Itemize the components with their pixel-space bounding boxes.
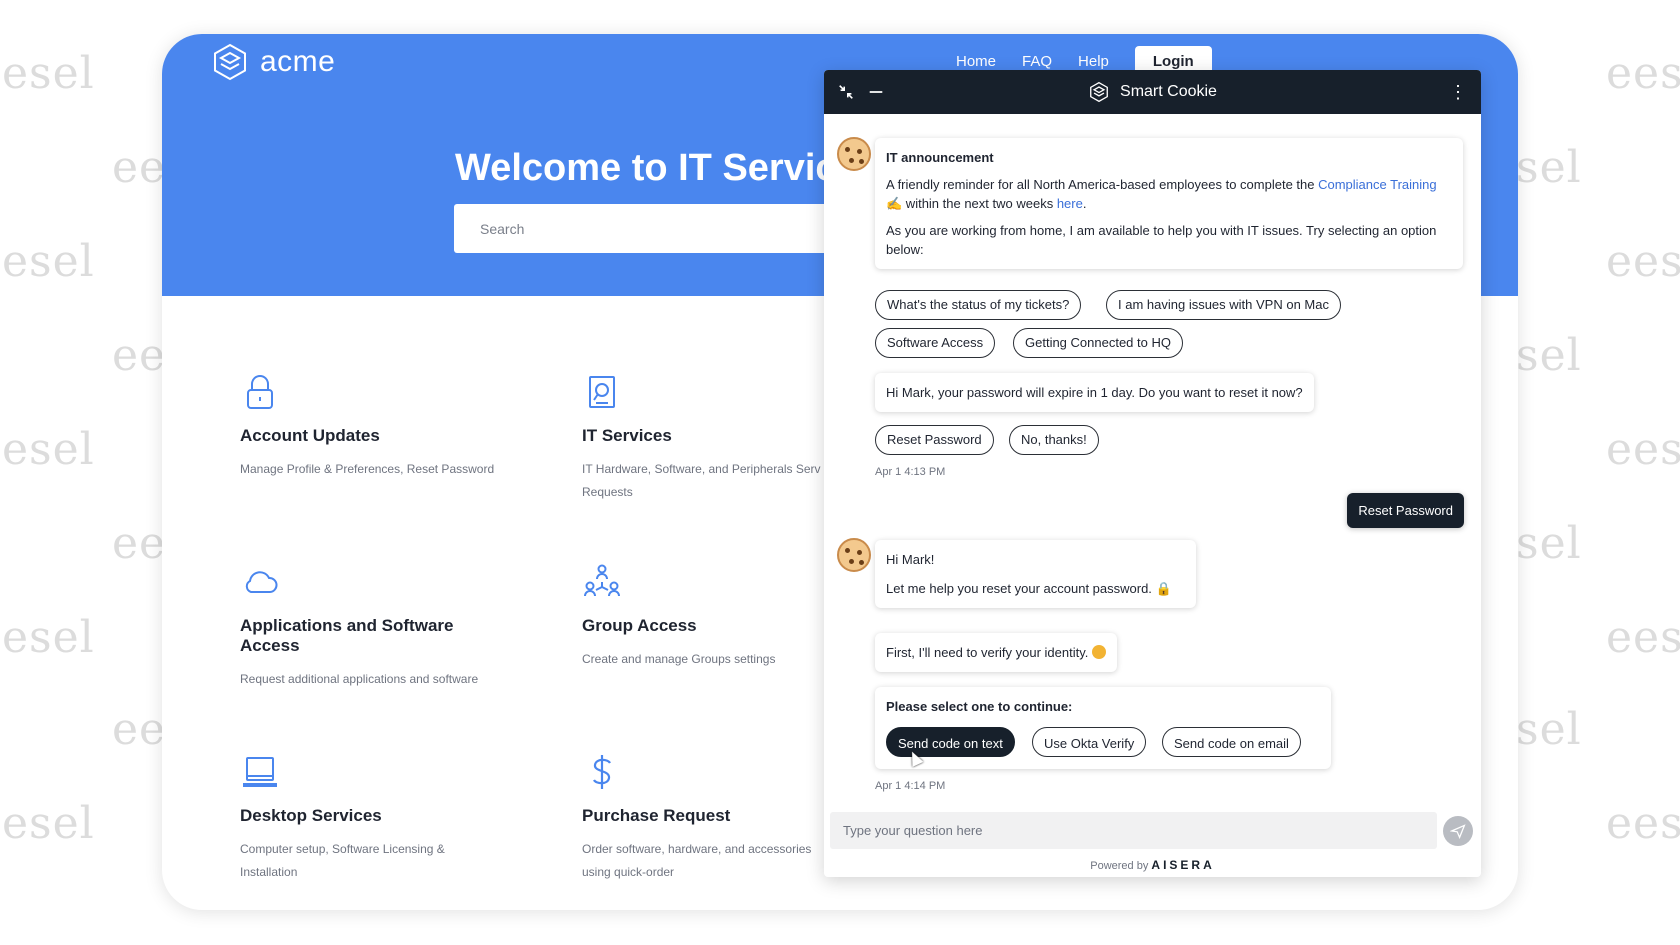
send-code-text-button[interactable]: Send code on text [886, 727, 1015, 757]
option-vpn-mac[interactable]: I am having issues with VPN on Mac [1106, 290, 1341, 320]
card-description: IT Hardware, Software, and Peripherals S… [582, 462, 821, 499]
no-thanks-option[interactable]: No, thanks! [1009, 425, 1099, 455]
option-connected-hq[interactable]: Getting Connected to HQ [1013, 328, 1183, 358]
card-description: Request additional applications and soft… [240, 672, 479, 686]
lock-icon [240, 372, 280, 412]
chat-window-controls [836, 82, 886, 102]
announcement-bubble: IT announcement A friendly reminder for … [875, 138, 1463, 269]
watermark-text: eese [1606, 424, 1680, 475]
watermark-text: eese [1606, 798, 1680, 849]
select-heading: Please select one to continue: [886, 699, 1073, 714]
compliance-training-link[interactable]: Compliance Training [1318, 177, 1437, 192]
it-services-icon [582, 372, 622, 412]
hero-title: Welcome to IT Servic [455, 147, 837, 189]
watermark-text: eese [1606, 612, 1680, 663]
card-description: Manage Profile & Preferences, Reset Pass… [240, 462, 495, 476]
card-title: Group Access [582, 616, 697, 635]
card-title: Applications and Software Access [240, 616, 454, 655]
greeting-text: Let me help you reset your account passw… [886, 581, 1152, 596]
card-title: Purchase Request [582, 806, 731, 825]
nav-home-link[interactable]: Home [956, 53, 996, 70]
chat-title: Smart Cookie [1088, 81, 1217, 103]
card-account-updates[interactable]: Account Updates Manage Profile & Prefere… [240, 372, 500, 481]
watermark-text: sel [1516, 330, 1582, 381]
watermark-text: sel [1516, 518, 1582, 569]
card-description: Order software, hardware, and accessorie… [582, 842, 812, 879]
card-applications-software[interactable]: Applications and Software Access Request… [240, 562, 500, 691]
send-code-email-button[interactable]: Send code on email [1162, 727, 1301, 757]
card-desktop-services[interactable]: Desktop Services Computer setup, Softwar… [240, 752, 500, 884]
brand-name: acme [260, 45, 336, 78]
password-expiry-text: Hi Mark, your password will expire in 1 … [886, 385, 1303, 400]
card-group-access[interactable]: Group Access Create and manage Groups se… [582, 562, 842, 671]
group-icon [582, 562, 622, 602]
powered-by-brand: AISERA [1151, 858, 1215, 872]
announcement-text: within the next two weeks [902, 196, 1057, 211]
bot-avatar-cookie-icon [837, 538, 871, 572]
password-expiry-bubble: Hi Mark, your password will expire in 1 … [875, 373, 1314, 412]
option-ticket-status[interactable]: What's the status of my tickets? [875, 290, 1082, 320]
announcement-heading: IT announcement [886, 150, 994, 165]
chat-message-input[interactable] [830, 812, 1437, 849]
verify-bubble: First, I'll need to verify your identity… [875, 633, 1117, 672]
reset-password-option[interactable]: Reset Password [875, 425, 994, 455]
powered-by-label: Powered by [1090, 860, 1149, 872]
announcement-text: As you are working from home, I am avail… [886, 223, 1437, 257]
watermark-text: esel [2, 612, 95, 663]
bot-logo-icon [1090, 81, 1108, 103]
laptop-icon [240, 752, 280, 792]
watermark-text: sel [1516, 704, 1582, 755]
lock-emoji-icon: 🔒 [1155, 581, 1172, 596]
minimize-icon[interactable] [866, 82, 886, 102]
user-message-text: Reset Password [1358, 503, 1453, 518]
send-icon[interactable] [1443, 816, 1473, 846]
card-title: IT Services [582, 426, 672, 445]
bot-avatar-cookie-icon [837, 137, 871, 171]
okta-verify-button[interactable]: Use Okta Verify [1032, 727, 1147, 757]
card-description: Computer setup, Software Licensing & Ins… [240, 842, 445, 879]
card-title: Account Updates [240, 426, 380, 445]
watermark-text: eese [1606, 236, 1680, 287]
option-software-access[interactable]: Software Access [875, 328, 996, 358]
watermark-text: esel [2, 236, 95, 287]
announcement-text: A friendly reminder for all North Americ… [886, 177, 1319, 192]
nav-help-link[interactable]: Help [1078, 53, 1109, 70]
cloud-icon [240, 562, 280, 602]
collapse-icon[interactable] [836, 82, 856, 102]
card-purchase-request[interactable]: Purchase Request Order software, hardwar… [582, 752, 842, 884]
dollar-icon [582, 752, 622, 792]
chat-title-text: Smart Cookie [1120, 83, 1217, 100]
chat-header: Smart Cookie ⋮ [824, 70, 1481, 114]
pencil-icon: ✍ [886, 196, 903, 211]
verify-text: First, I'll need to verify your identity… [886, 645, 1089, 660]
watermark-text: eese [1606, 48, 1680, 99]
nav-faq-link[interactable]: FAQ [1022, 53, 1052, 70]
greeting-bubble: Hi Mark! Let me help you reset your acco… [875, 540, 1196, 608]
powered-by: Powered by AISERA [824, 858, 1481, 872]
message-timestamp: Apr 1 4:13 PM [875, 466, 946, 478]
message-timestamp: Apr 1 4:14 PM [875, 780, 946, 792]
verification-options-bubble: Please select one to continue: Send code… [875, 687, 1331, 769]
brand-logo[interactable]: acme [210, 42, 335, 82]
card-title: Desktop Services [240, 806, 382, 825]
greeting-text: Hi Mark! [886, 552, 935, 567]
card-description: Create and manage Groups settings [582, 652, 776, 666]
watermark-text: sel [1516, 142, 1582, 193]
more-options-icon[interactable]: ⋮ [1449, 82, 1467, 103]
smile-emoji-icon [1092, 645, 1106, 659]
acme-logo-icon [214, 43, 246, 81]
search-input[interactable] [454, 204, 834, 253]
watermark-text: esel [2, 798, 95, 849]
user-message-bubble: Reset Password [1347, 493, 1464, 528]
chat-widget: Smart Cookie ⋮ IT announcement A friendl… [824, 70, 1481, 877]
watermark-text: esel [2, 48, 95, 99]
here-link[interactable]: here [1057, 196, 1083, 211]
card-it-services[interactable]: IT Services IT Hardware, Software, and P… [582, 372, 842, 504]
watermark-text: esel [2, 424, 95, 475]
